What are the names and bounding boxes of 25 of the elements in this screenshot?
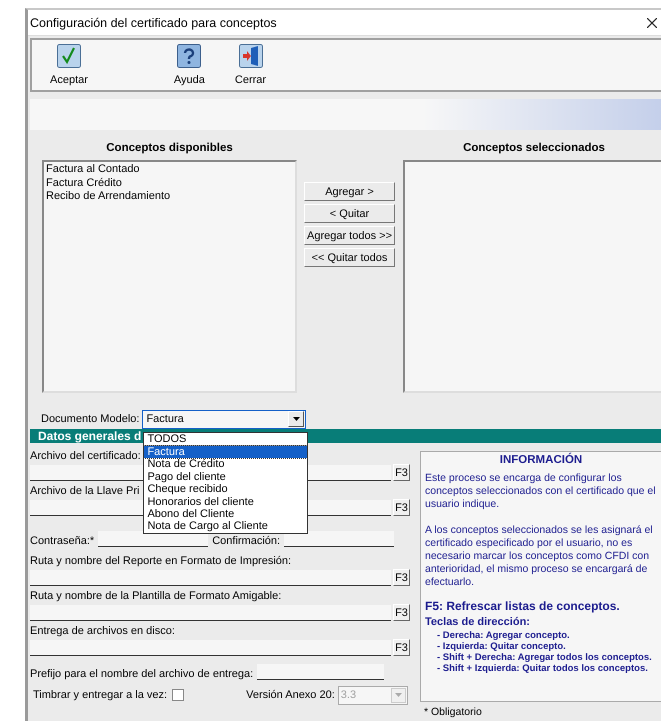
field-label: Documento Modelo: (41, 413, 140, 425)
shortcut-item: - Shift + Derecha: Agregar todos los conceptos. (436, 652, 653, 663)
list-heading: Conceptos seleccionados (463, 142, 605, 156)
list-heading: Conceptos disponibles (106, 142, 233, 156)
field-label: Ruta y nombre de la Plantilla de Formato Amigable: (30, 590, 282, 602)
footnote: * Obligatorio (424, 706, 483, 718)
shortcut-item: - Izquierda: Quitar concepto. (436, 641, 567, 652)
field-label: Entrega de archivos en disco: (30, 625, 175, 637)
shortcut-heading: F5: Refrescar listas de conceptos. (425, 599, 621, 613)
info-paragraph: A los conceptos seleccionados se les asignará el certificado especificado por el usuario, no es necesario marcar los conceptos como CFDI con anterioridad, el mismo proceso se encargará de efectuarlo. (425, 524, 654, 589)
shortcut-item: - Shift + Izquierda: Quitar todos los conceptos. (436, 663, 649, 674)
field-label: Prefijo para el nombre del archivo de entrega: (30, 668, 254, 680)
field-label: Ruta y nombre del Reporte en Formato de Impresión: (30, 555, 292, 567)
info-paragraph: Este proceso se encarga de configurar los conceptos seleccionados con el certificado que el usuario indique. (425, 472, 657, 511)
shortcut-item: - Derecha: Agregar concepto. (436, 630, 571, 641)
field-label: Confirmación: (212, 535, 280, 547)
field-label: Versión Anexo 20: (246, 689, 335, 701)
section-title: Datos generales d (38, 429, 142, 443)
window-title: Configuración del certificado para conceptos (30, 16, 277, 30)
field-label: Archivo del certificado: (30, 450, 141, 462)
checkbox-label: Timbrar y entregar a la vez: (33, 689, 168, 701)
field-label: Archivo de la Llave Pri (30, 485, 140, 497)
field-label: Contraseña:* (30, 535, 94, 547)
shortcut-subheading: Teclas de dirección: (425, 616, 531, 628)
info-title: INFORMACIÓN (498, 454, 584, 466)
